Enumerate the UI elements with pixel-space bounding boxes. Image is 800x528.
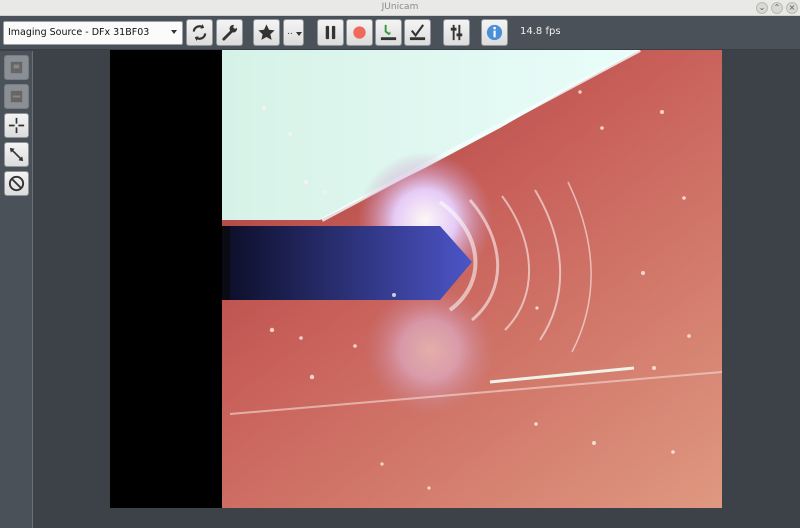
tool-button-1[interactable] [4, 55, 29, 80]
crosshair-button[interactable] [4, 113, 29, 138]
close-window-button[interactable]: × [786, 2, 798, 14]
microscope-image [110, 50, 722, 508]
no-entry-icon [8, 175, 25, 192]
main-toolbar: Imaging Source - DFx 31BF03 .. 14.8 fps [0, 16, 800, 50]
settings-button[interactable] [216, 19, 243, 46]
minimize-window-button[interactable]: ⌄ [756, 2, 768, 14]
tool-button-2[interactable] [4, 84, 29, 109]
fps-readout: 14.8 fps [520, 26, 561, 37]
record-button[interactable] [346, 19, 373, 46]
camera-source-select[interactable]: Imaging Source - DFx 31BF03 [3, 21, 183, 45]
window-title: JUnicam [381, 2, 419, 12]
tool-sidebar [0, 51, 33, 528]
chevron-down-icon [296, 32, 302, 36]
pause-button[interactable] [317, 19, 344, 46]
maximize-window-button[interactable]: ⌃ [771, 2, 783, 14]
sliders-icon [450, 24, 463, 41]
record-icon [353, 26, 366, 39]
camera-feed[interactable] [110, 50, 722, 508]
overlay-icon [10, 90, 23, 103]
favorite-button[interactable] [253, 19, 280, 46]
wrench-icon [222, 24, 238, 41]
camera-source-value: Imaging Source - DFx 31BF03 [8, 27, 150, 38]
measure-button[interactable] [4, 142, 29, 167]
adjust-button[interactable] [443, 19, 470, 46]
overlay-icon [10, 61, 23, 74]
chevron-down-icon [171, 30, 177, 34]
star-icon [258, 24, 275, 40]
info-button[interactable] [481, 19, 508, 46]
info-icon [486, 24, 503, 41]
calibrate-button[interactable] [404, 19, 431, 46]
pause-icon [325, 25, 336, 40]
refresh-icon [192, 23, 207, 42]
snapshot-icon [380, 24, 397, 41]
clear-button[interactable] [4, 171, 29, 196]
calibrate-icon [409, 24, 426, 41]
refresh-button[interactable] [186, 19, 213, 46]
preset-dropdown[interactable]: .. [283, 19, 304, 46]
crosshair-icon [8, 117, 25, 134]
window-titlebar: JUnicam ⌄ ⌃ × [0, 0, 800, 16]
snapshot-button[interactable] [375, 19, 402, 46]
measure-diagonal-icon [9, 147, 24, 162]
preset-value: .. [287, 27, 293, 37]
